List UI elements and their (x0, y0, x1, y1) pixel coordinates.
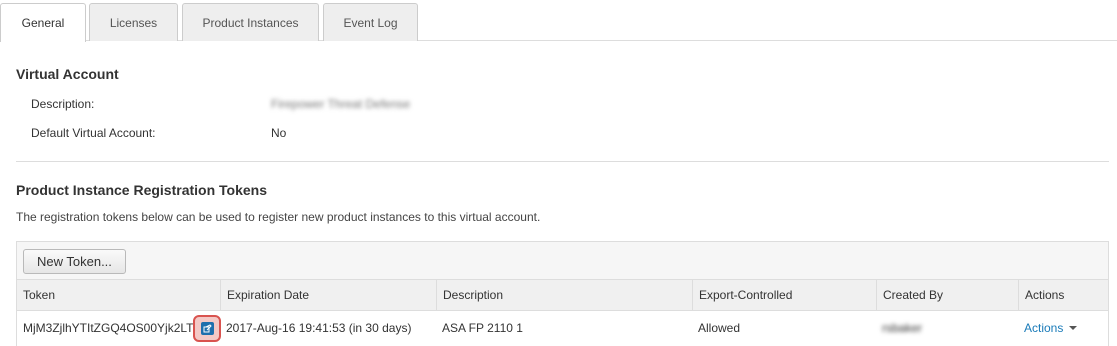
export-controlled-cell: Allowed (698, 321, 741, 335)
expiration-date-cell: 2017-Aug-16 19:41:53 (in 30 days) (226, 321, 412, 335)
tokens-heading: Product Instance Registration Tokens (16, 182, 268, 198)
tab-licenses[interactable]: Licenses (89, 3, 178, 41)
column-header-token[interactable]: Token (17, 280, 220, 310)
virtual-account-heading: Virtual Account (16, 66, 119, 82)
caret-down-icon (1069, 326, 1078, 330)
description-label: Description: (31, 97, 95, 111)
default-virtual-account-value: No (271, 126, 287, 140)
tokens-table-header: Token Expiration Date Description Export… (16, 280, 1109, 311)
copy-to-clipboard-icon (200, 322, 214, 335)
token-cell: MjM3ZjlhYTItZGQ4OS00Yjk2LT (23, 321, 194, 335)
tab-event-log[interactable]: Event Log (323, 3, 418, 41)
new-token-button[interactable]: New Token... (23, 249, 126, 274)
tab-general[interactable]: General (0, 3, 86, 42)
actions-dropdown[interactable]: Actions (1018, 311, 1109, 345)
column-header-actions: Actions (1018, 280, 1109, 310)
description-value: Firepower Threat Defense (271, 97, 411, 111)
description-cell: ASA FP 2110 1 (442, 321, 523, 335)
tab-product-instances[interactable]: Product Instances (182, 3, 319, 41)
tokens-description: The registration tokens below can be use… (16, 210, 541, 224)
copy-token-button[interactable] (193, 315, 221, 342)
actions-link[interactable]: Actions (1024, 321, 1063, 335)
tokens-toolbar: New Token... (16, 241, 1109, 280)
column-header-export-controlled[interactable]: Export-Controlled (692, 280, 876, 310)
column-header-created-by[interactable]: Created By (876, 280, 1018, 310)
table-row: MjM3ZjlhYTItZGQ4OS00Yjk2LT 2017-Aug-16 1… (16, 311, 1109, 346)
column-header-description[interactable]: Description (436, 280, 692, 310)
created-by-cell: rsbaker (882, 321, 923, 335)
column-header-expiration-date[interactable]: Expiration Date (220, 280, 436, 310)
section-divider (16, 161, 1109, 162)
default-virtual-account-label: Default Virtual Account: (31, 126, 156, 140)
tab-bar: General Licenses Product Instances Event… (0, 0, 1117, 42)
